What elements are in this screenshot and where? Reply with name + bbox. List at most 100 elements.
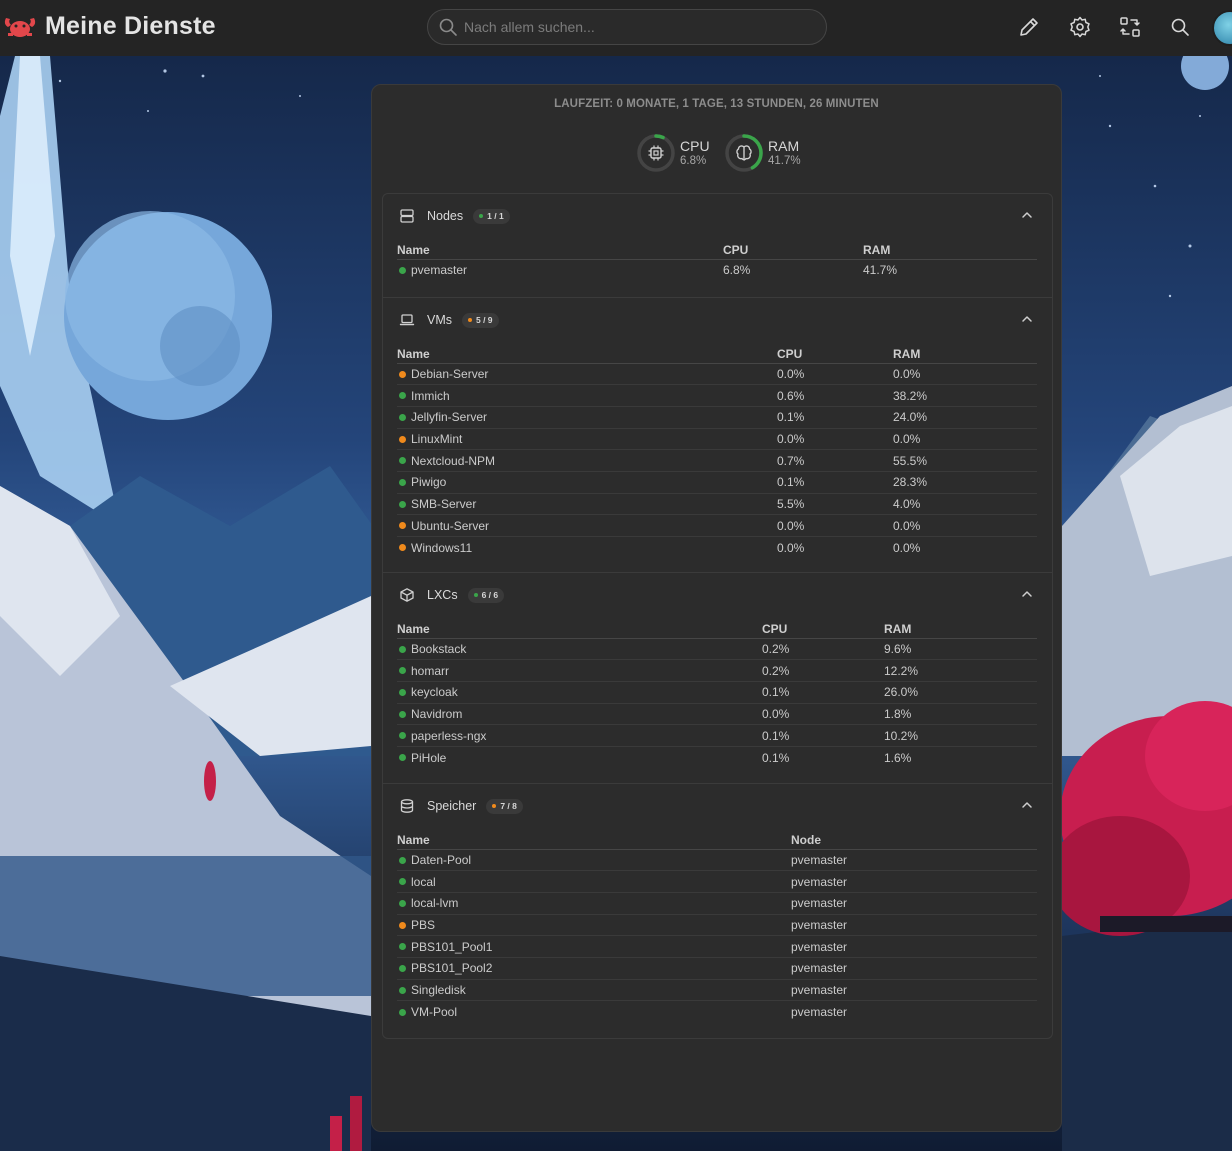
column-header-name: Name — [397, 618, 762, 639]
nodes-row[interactable]: pvemaster 6.8% 41.7% — [397, 259, 1037, 281]
column-header-name: Name — [397, 239, 723, 260]
row-cpu-cell: 0.0% — [777, 514, 893, 537]
row-ram-cell: 0.0% — [893, 363, 1037, 386]
storage-row[interactable]: Singledisk pvemaster — [397, 979, 1037, 1002]
vms-row[interactable]: SMB-Server 5.5% 4.0% — [397, 493, 1037, 516]
status-dot — [399, 943, 406, 951]
status-dot — [399, 689, 406, 697]
status-dot — [399, 266, 406, 274]
lxcs-table: Name CPU RAM Bookstack 0.2% 9.6% homarr 0.2%… — [397, 618, 1037, 768]
row-name-cell: PBS101_Pool1 — [397, 935, 791, 958]
row-ram-cell: 9.6% — [884, 638, 1037, 661]
storage-row[interactable]: PBS pvemaster — [397, 914, 1037, 937]
lxcs-row[interactable]: PiHole 0.1% 1.6% — [397, 746, 1037, 768]
column-header-ram: RAM — [863, 239, 1037, 260]
storage-row[interactable]: PBS101_Pool1 pvemaster — [397, 935, 1037, 958]
switch-layout-icon[interactable] — [1118, 15, 1142, 39]
lxcs-row[interactable]: Bookstack 0.2% 9.6% — [397, 638, 1037, 661]
nodes-title: Nodes — [427, 209, 464, 223]
search-input[interactable] — [464, 19, 804, 35]
storage-row[interactable]: Daten-Pool pvemaster — [397, 849, 1037, 872]
row-ram-cell: 26.0% — [884, 681, 1037, 704]
vms-row[interactable]: Nextcloud-NPM 0.7% 55.5% — [397, 449, 1037, 472]
edit-pencil-icon[interactable] — [1017, 15, 1041, 39]
vms-header[interactable]: VMs 5 / 9 — [399, 311, 499, 329]
row-name-cell: Jellyfin-Server — [397, 406, 777, 429]
row-ram-cell: 12.2% — [884, 659, 1037, 682]
row-name-cell: LinuxMint — [397, 428, 777, 451]
vms-row[interactable]: LinuxMint 0.0% 0.0% — [397, 428, 1037, 451]
row-name: PiHole — [411, 750, 447, 765]
row-node-cell: pvemaster — [791, 935, 1037, 958]
storage-section: Speicher 7 / 8 Name Node Daten-Pool pvema… — [383, 784, 1052, 1038]
chevron-up-icon[interactable] — [1019, 311, 1035, 327]
database-icon — [400, 799, 414, 813]
nodes-count-badge: 1 / 1 — [473, 208, 510, 224]
column-header-ram: RAM — [884, 618, 1037, 639]
row-cpu-cell: 0.1% — [777, 406, 893, 429]
row-cpu-cell: 0.1% — [762, 750, 790, 765]
row-name-cell: pvemaster — [397, 259, 723, 281]
vms-row[interactable]: Piwigo 0.1% 28.3% — [397, 471, 1037, 494]
top-bar: Meine Dienste — [0, 0, 1232, 56]
status-dot — [399, 710, 406, 718]
storage-title: Speicher — [427, 799, 477, 813]
row-name: Navidrom — [411, 706, 463, 721]
status-dot — [399, 479, 406, 487]
lxcs-row[interactable]: homarr 0.2% 12.2% — [397, 659, 1037, 682]
vms-row[interactable]: Ubuntu-Server 0.0% 0.0% — [397, 514, 1037, 537]
row-name-cell: PBS101_Pool2 — [397, 957, 791, 980]
search-bar[interactable] — [427, 9, 827, 45]
row-name: LinuxMint — [411, 431, 463, 446]
row-name: paperless-ngx — [411, 728, 487, 743]
row-ram-cell: 0.0% — [893, 428, 1037, 451]
row-name-cell: Nextcloud-NPM — [397, 449, 777, 472]
app-title: Meine Dienste — [45, 12, 216, 40]
row-cpu-cell: 0.0% — [762, 703, 884, 726]
status-dot — [399, 878, 406, 886]
vms-row[interactable]: Debian-Server 0.0% 0.0% — [397, 363, 1037, 386]
column-header-ram: RAM — [893, 343, 1037, 364]
vms-row[interactable]: Windows11 0.0% 0.0% — [397, 537, 1037, 559]
nodes-header[interactable]: Nodes 1 / 1 — [399, 207, 510, 225]
storage-row[interactable]: local-lvm pvemaster — [397, 892, 1037, 915]
row-name-cell: Windows11 — [397, 537, 777, 559]
storage-row[interactable]: PBS101_Pool2 pvemaster — [397, 957, 1037, 980]
user-avatar[interactable] — [1212, 10, 1232, 46]
proxmox-widget-panel: LAUFZEIT: 0 MONATE, 1 TAGE, 13 STUNDEN, … — [371, 84, 1062, 1132]
column-header-cpu: CPU — [723, 239, 863, 260]
row-name-cell: Ubuntu-Server — [397, 514, 777, 537]
lxcs-header[interactable]: LXCs 6 / 6 — [399, 586, 505, 604]
storage-row[interactable]: VM-Pool pvemaster — [397, 1001, 1037, 1023]
laptop-icon — [399, 314, 415, 326]
vms-section: VMs 5 / 9 Name CPU RAM Debian-Server 0.0%… — [383, 298, 1052, 573]
row-name: VM-Pool — [411, 1004, 458, 1019]
lxcs-section: LXCs 6 / 6 Name CPU RAM Bookstack 0.2% 9.6… — [383, 573, 1052, 784]
vms-row[interactable]: Jellyfin-Server 0.1% 24.0% — [397, 406, 1037, 429]
settings-gear-icon[interactable] — [1068, 15, 1092, 39]
status-dot — [399, 522, 406, 530]
lxcs-row[interactable]: Navidrom 0.0% 1.8% — [397, 703, 1037, 726]
row-name-cell: Debian-Server — [397, 363, 777, 386]
column-header-node: Node — [791, 829, 1037, 850]
lxcs-row[interactable]: paperless-ngx 0.1% 10.2% — [397, 724, 1037, 747]
vms-row[interactable]: Immich 0.6% 38.2% — [397, 384, 1037, 407]
row-cpu-cell: 5.5% — [777, 493, 893, 516]
chevron-up-icon[interactable] — [1019, 797, 1035, 813]
chevron-up-icon[interactable] — [1019, 586, 1035, 602]
storage-header[interactable]: Speicher 7 / 8 — [399, 797, 523, 815]
box-icon — [400, 588, 414, 602]
search-toggle-icon[interactable] — [1168, 15, 1192, 39]
row-name: local-lvm — [411, 896, 459, 911]
row-name-cell: VM-Pool — [397, 1001, 791, 1023]
row-name-cell: Piwigo — [397, 471, 777, 494]
row-name: SMB-Server — [411, 496, 477, 511]
vms-title: VMs — [427, 313, 452, 327]
row-cpu-cell: 0.1% — [762, 724, 884, 747]
lxcs-row[interactable]: keycloak 0.1% 26.0% — [397, 681, 1037, 704]
cpu-label: CPU — [680, 137, 710, 154]
ram-label: RAM — [768, 137, 800, 154]
storage-row[interactable]: local pvemaster — [397, 870, 1037, 893]
chevron-up-icon[interactable] — [1019, 207, 1035, 223]
row-name: Debian-Server — [411, 366, 489, 381]
